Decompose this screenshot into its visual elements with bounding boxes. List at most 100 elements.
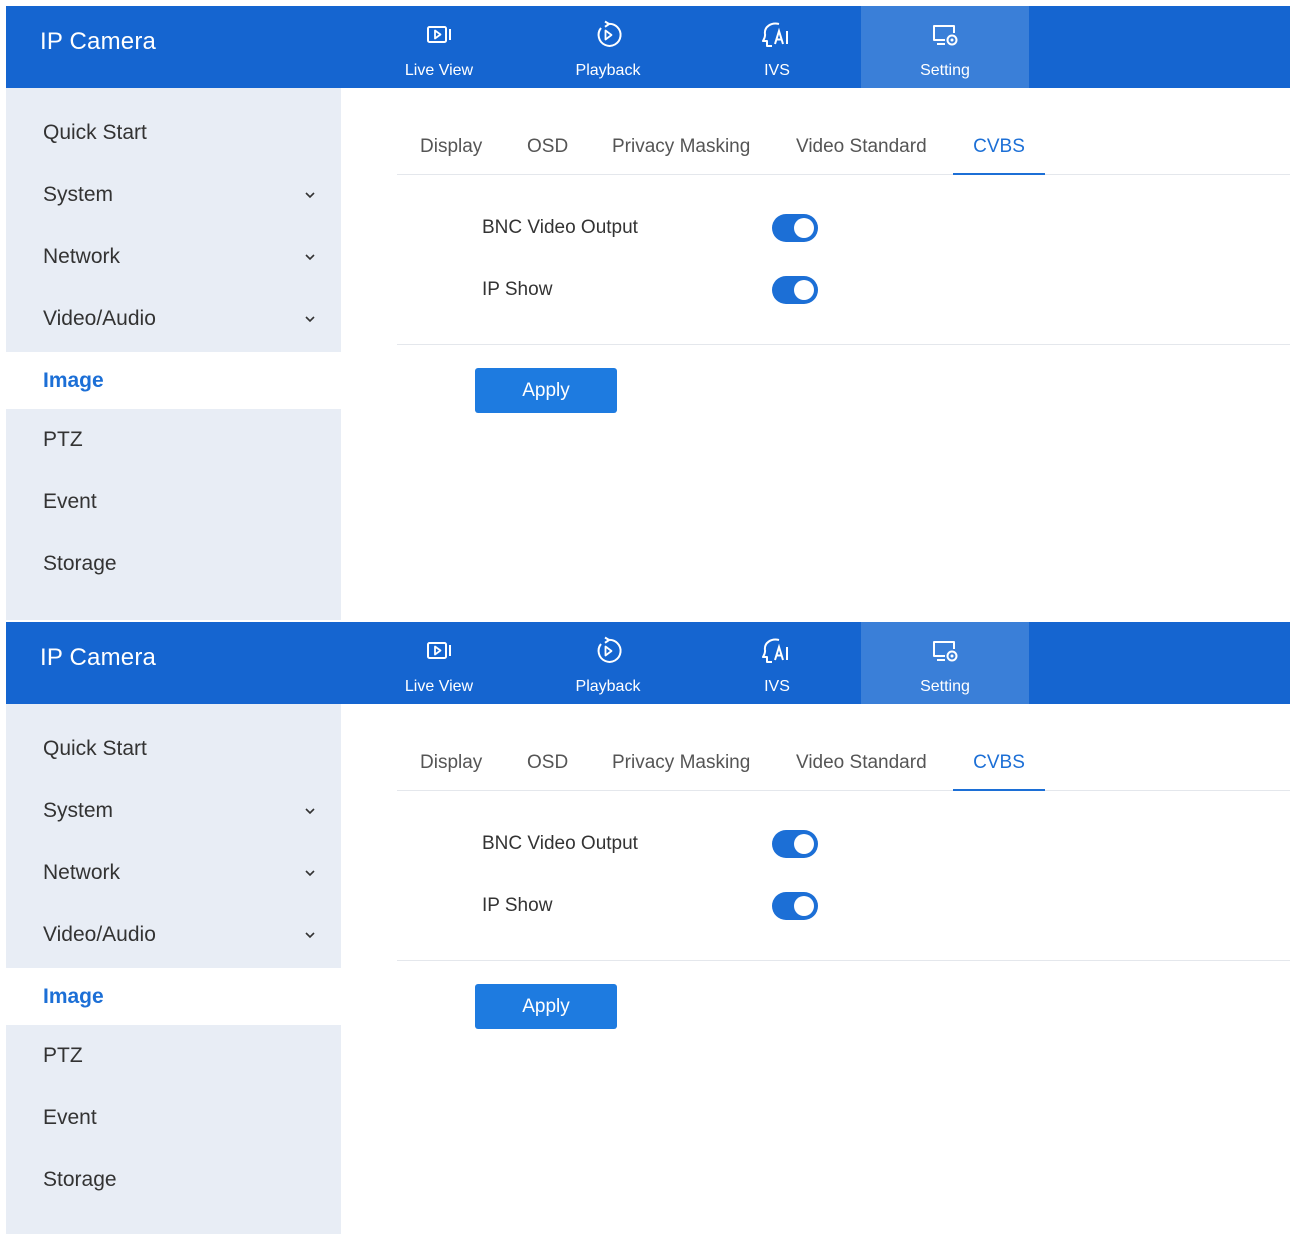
image-settings-tabs: Display OSD Privacy Masking Video Standa…	[397, 746, 1290, 791]
chevron-down-icon	[305, 870, 315, 877]
nav-playback[interactable]: Playback	[524, 6, 692, 88]
ivs-ai-icon	[762, 638, 788, 663]
sidebar-item-label: PTZ	[43, 428, 83, 451]
nav-live-view[interactable]: Live View	[355, 622, 523, 704]
sidebar: Quick Start System Network Video/Audio I…	[6, 704, 341, 1234]
form-divider	[397, 344, 1290, 345]
sidebar-item-network[interactable]: Network	[6, 842, 341, 904]
nav-label-live-view: Live View	[404, 62, 474, 79]
tab-display[interactable]: Display	[420, 130, 482, 175]
tab-cvbs[interactable]: CVBS	[953, 746, 1045, 791]
sidebar-item-system[interactable]: System	[6, 780, 341, 842]
setting-icon	[933, 25, 958, 46]
sidebar-item-image[interactable]: Image	[6, 968, 341, 1025]
sidebar-item-video-audio[interactable]: Video/Audio	[6, 904, 341, 966]
tab-privacy-masking[interactable]: Privacy Masking	[612, 130, 750, 175]
sidebar-item-system[interactable]: System	[6, 164, 341, 226]
chevron-down-icon	[305, 932, 315, 939]
nav-label-setting: Setting	[920, 62, 970, 79]
app-title: IP Camera	[40, 28, 157, 55]
camera-settings-panel: IP Camera Live View Playback IVS Setting…	[6, 622, 1290, 1234]
app-title: IP Camera	[40, 644, 157, 671]
sidebar-item-label: Storage	[43, 552, 117, 575]
image-settings-tabs: Display OSD Privacy Masking Video Standa…	[397, 130, 1290, 175]
tab-osd[interactable]: OSD	[527, 746, 568, 791]
chevron-down-icon	[305, 808, 315, 815]
nav-ivs[interactable]: IVS	[693, 6, 861, 88]
ip-show-label: IP Show	[482, 895, 553, 916]
tab-privacy-masking[interactable]: Privacy Masking	[612, 746, 750, 791]
sidebar-item-network[interactable]: Network	[6, 226, 341, 288]
sidebar-item-label: PTZ	[43, 1044, 83, 1067]
chevron-down-icon	[305, 254, 315, 261]
toggle-knob	[794, 218, 814, 238]
tab-display[interactable]: Display	[420, 746, 482, 791]
toggle-knob	[794, 834, 814, 854]
sidebar-item-label: Quick Start	[43, 737, 147, 760]
nav-label-ivs: IVS	[764, 62, 790, 79]
bnc-video-output-row: BNC Video Output	[482, 208, 862, 248]
apply-button[interactable]: Apply	[475, 368, 617, 413]
chevron-down-icon	[305, 316, 315, 323]
nav-label-playback: Playback	[575, 678, 641, 695]
nav-label-playback: Playback	[575, 62, 641, 79]
playback-icon	[597, 20, 622, 47]
live-view-icon	[427, 26, 451, 43]
top-navigation-bar: IP Camera Live View Playback IVS Setting	[6, 622, 1290, 704]
sidebar-item-ptz[interactable]: PTZ	[6, 1025, 341, 1087]
bnc-video-output-label: BNC Video Output	[482, 217, 638, 238]
nav-label-live-view: Live View	[404, 678, 474, 695]
sidebar-item-label: System	[43, 799, 114, 822]
sidebar-item-label: Storage	[43, 1168, 117, 1191]
toggle-knob	[794, 896, 814, 916]
apply-button[interactable]: Apply	[475, 984, 617, 1029]
playback-icon	[597, 636, 622, 663]
sidebar-item-label: System	[43, 183, 114, 206]
setting-icon	[933, 641, 958, 662]
tab-osd[interactable]: OSD	[527, 130, 568, 175]
nav-setting[interactable]: Setting	[861, 622, 1029, 704]
sidebar-item-event[interactable]: Event	[6, 1087, 341, 1149]
tab-video-standard[interactable]: Video Standard	[796, 746, 927, 791]
nav-live-view[interactable]: Live View	[355, 6, 523, 88]
sidebar: Quick Start System Network Video/Audio I…	[6, 88, 341, 620]
sidebar-item-label: Image	[43, 984, 104, 1008]
bnc-video-output-label: BNC Video Output	[482, 833, 638, 854]
ivs-ai-icon	[762, 22, 788, 47]
sidebar-item-label: Quick Start	[43, 121, 147, 144]
ip-show-toggle[interactable]	[772, 276, 818, 304]
tab-cvbs[interactable]: CVBS	[953, 130, 1045, 175]
nav-playback[interactable]: Playback	[524, 622, 692, 704]
sidebar-item-event[interactable]: Event	[6, 471, 341, 533]
ip-show-label: IP Show	[482, 279, 553, 300]
camera-settings-panel: IP Camera Live View Playback IVS Setting…	[6, 6, 1290, 620]
bnc-video-output-toggle[interactable]	[772, 214, 818, 242]
sidebar-item-label: Network	[43, 861, 121, 884]
sidebar-item-video-audio[interactable]: Video/Audio	[6, 288, 341, 350]
bnc-video-output-toggle[interactable]	[772, 830, 818, 858]
chevron-down-icon	[305, 192, 315, 199]
ip-show-row: IP Show	[482, 886, 862, 926]
sidebar-item-quick-start[interactable]: Quick Start	[6, 102, 341, 164]
nav-label-setting: Setting	[920, 678, 970, 695]
sidebar-item-storage[interactable]: Storage	[6, 533, 341, 595]
live-view-icon	[427, 642, 451, 659]
nav-setting[interactable]: Setting	[861, 6, 1029, 88]
top-navigation-bar: IP Camera Live View Playback IVS Setting	[6, 6, 1290, 88]
sidebar-item-image[interactable]: Image	[6, 352, 341, 409]
sidebar-item-label: Event	[43, 490, 97, 513]
sidebar-item-label: Video/Audio	[43, 307, 156, 330]
form-divider	[397, 960, 1290, 961]
tab-video-standard[interactable]: Video Standard	[796, 130, 927, 175]
sidebar-item-label: Network	[43, 245, 121, 268]
bnc-video-output-row: BNC Video Output	[482, 824, 862, 864]
nav-ivs[interactable]: IVS	[693, 622, 861, 704]
sidebar-item-storage[interactable]: Storage	[6, 1149, 341, 1211]
sidebar-item-label: Event	[43, 1106, 97, 1129]
sidebar-item-label: Video/Audio	[43, 923, 156, 946]
ip-show-toggle[interactable]	[772, 892, 818, 920]
nav-label-ivs: IVS	[764, 678, 790, 695]
ip-show-row: IP Show	[482, 270, 862, 310]
sidebar-item-ptz[interactable]: PTZ	[6, 409, 341, 471]
sidebar-item-quick-start[interactable]: Quick Start	[6, 718, 341, 780]
